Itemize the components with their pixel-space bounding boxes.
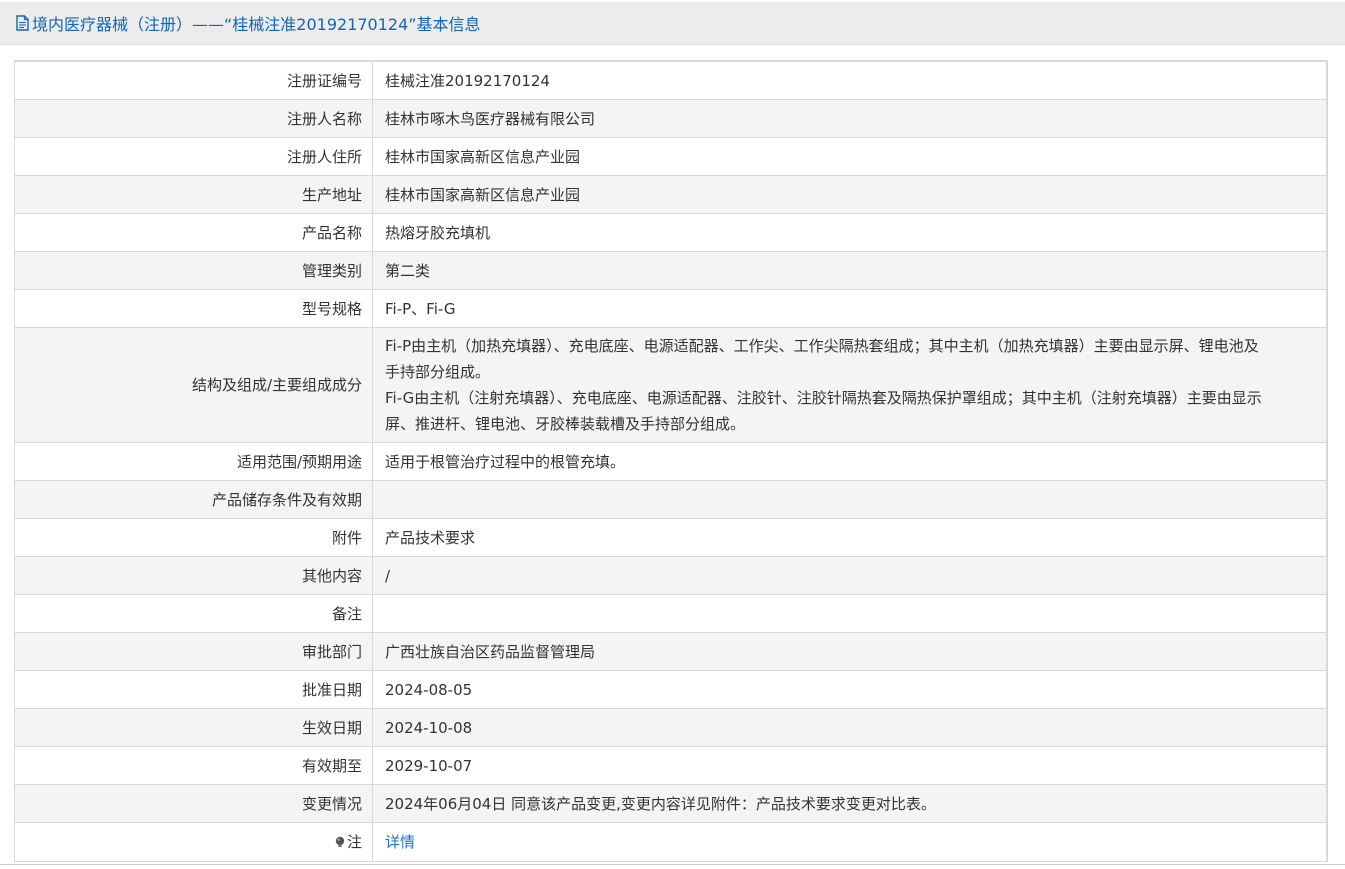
row-label: 适用范围/预期用途	[14, 442, 373, 481]
row-value-cell: 详情	[372, 822, 1327, 862]
table-row: 审批部门 广西壮族自治区药品监督管理局	[14, 632, 1327, 671]
row-value: 适用于根管治疗过程中的根管充填。	[372, 442, 1327, 481]
row-label: 注册人名称	[14, 99, 373, 138]
row-label: 有效期至	[14, 746, 373, 785]
table-row: 管理类别 第二类	[14, 251, 1327, 290]
page-title-text: 境内医疗器械（注册）——“桂械注准20192170124”基本信息	[32, 15, 481, 34]
table-row: 变更情况 2024年06月04日 同意该产品变更,变更内容详见附件：产品技术要求…	[14, 784, 1327, 823]
info-table-container: 注册证编号 桂械注准20192170124 注册人名称 桂林市啄木鸟医疗器械有限…	[14, 60, 1328, 862]
row-value: 广西壮族自治区药品监督管理局	[372, 632, 1327, 671]
details-link[interactable]: 详情	[385, 833, 415, 851]
table-row: 生产地址 桂林市国家高新区信息产业园	[14, 175, 1327, 214]
table-row: 产品储存条件及有效期	[14, 480, 1327, 519]
row-label: 生产地址	[14, 175, 373, 214]
row-label: 备注	[14, 594, 373, 633]
table-row: 备注	[14, 594, 1327, 633]
row-label: 结构及组成/主要组成成分	[14, 327, 373, 443]
row-value: /	[372, 556, 1327, 595]
row-label: 变更情况	[14, 784, 373, 823]
table-row: 结构及组成/主要组成成分 Fi-P由主机（加热充填器）、充电底座、电源适配器、工…	[14, 327, 1327, 443]
row-value: 产品技术要求	[372, 518, 1327, 557]
row-label: 注册证编号	[14, 61, 373, 100]
row-value: 2029-10-07	[372, 746, 1327, 785]
row-value-multiline: Fi-P由主机（加热充填器）、充电底座、电源适配器、工作尖、工作尖隔热套组成；其…	[372, 327, 1327, 443]
row-value: 桂林市国家高新区信息产业园	[372, 175, 1327, 214]
row-value: 第二类	[372, 251, 1327, 290]
lightbulb-icon	[334, 830, 346, 847]
row-label: 附件	[14, 518, 373, 557]
table-row: 型号规格 Fi-P、Fi-G	[14, 289, 1327, 328]
table-row: 批准日期 2024-08-05	[14, 670, 1327, 709]
info-table: 注册证编号 桂械注准20192170124 注册人名称 桂林市啄木鸟医疗器械有限…	[14, 61, 1327, 862]
row-label: 注册人住所	[14, 137, 373, 176]
table-row: 生效日期 2024-10-08	[14, 708, 1327, 747]
value-line: Fi-G由主机（注射充填器）、充电底座、电源适配器、注胶针、注胶针隔热套及隔热保…	[385, 389, 1262, 407]
row-label: 生效日期	[14, 708, 373, 747]
row-value	[372, 480, 1327, 519]
row-value: 2024-08-05	[372, 670, 1327, 709]
row-label: 批准日期	[14, 670, 373, 709]
row-value: 桂械注准20192170124	[372, 61, 1327, 100]
table-row: 附件 产品技术要求	[14, 518, 1327, 557]
row-label: 产品名称	[14, 213, 373, 252]
note-label-cell: 注	[14, 822, 373, 862]
row-value: 2024年06月04日 同意该产品变更,变更内容详见附件：产品技术要求变更对比表…	[372, 784, 1327, 823]
row-value: 热熔牙胶充填机	[372, 213, 1327, 252]
row-value: Fi-P、Fi-G	[372, 289, 1327, 328]
row-label: 型号规格	[14, 289, 373, 328]
table-row: 产品名称 热熔牙胶充填机	[14, 213, 1327, 252]
row-value: 桂林市国家高新区信息产业园	[372, 137, 1327, 176]
table-row: 注 详情	[14, 822, 1327, 862]
value-line: 屏、推进杆、锂电池、牙胶棒装载槽及手持部分组成。	[385, 415, 746, 433]
horizontal-scrollbar[interactable]	[0, 864, 1345, 869]
row-value	[372, 594, 1327, 633]
row-label: 产品储存条件及有效期	[14, 480, 373, 519]
table-row: 有效期至 2029-10-07	[14, 746, 1327, 785]
row-label: 管理类别	[14, 251, 373, 290]
row-label: 注	[346, 833, 362, 851]
table-row: 注册人住所 桂林市国家高新区信息产业园	[14, 137, 1327, 176]
table-row: 注册证编号 桂械注准20192170124	[14, 61, 1327, 100]
page-title: 境内医疗器械（注册）——“桂械注准20192170124”基本信息	[0, 2, 1345, 45]
value-line: Fi-P由主机（加热充填器）、充电底座、电源适配器、工作尖、工作尖隔热套组成；其…	[385, 337, 1259, 355]
row-value: 2024-10-08	[372, 708, 1327, 747]
document-icon	[16, 15, 29, 31]
table-row: 其他内容 /	[14, 556, 1327, 595]
row-value: 桂林市啄木鸟医疗器械有限公司	[372, 99, 1327, 138]
value-line: 手持部分组成。	[385, 363, 491, 381]
row-label: 其他内容	[14, 556, 373, 595]
row-label: 审批部门	[14, 632, 373, 671]
table-row: 注册人名称 桂林市啄木鸟医疗器械有限公司	[14, 99, 1327, 138]
table-row: 适用范围/预期用途 适用于根管治疗过程中的根管充填。	[14, 442, 1327, 481]
